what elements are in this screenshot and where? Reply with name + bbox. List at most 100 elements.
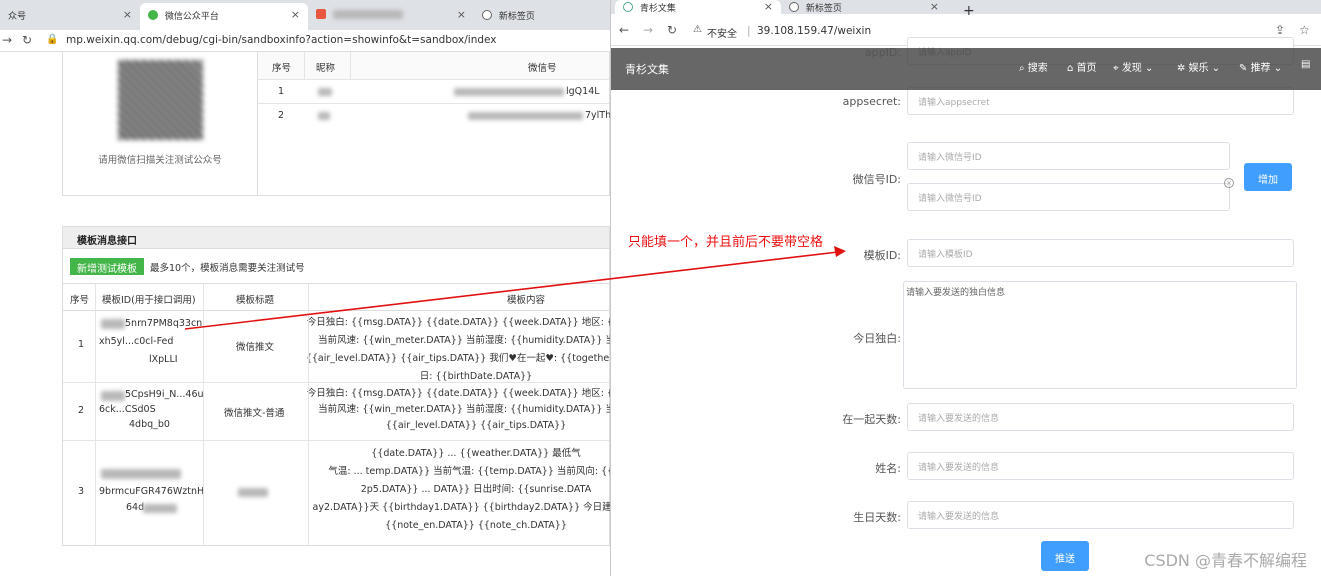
blurred-id-part [101,319,125,329]
site-icon [316,9,326,19]
template-row: 3 9brmcuFGR476WztnH 64d {{date.DATA}} ..… [63,441,610,545]
tab-official-account[interactable]: 众号 × [0,3,140,30]
chevron-down-icon: ⌄ [1211,63,1221,74]
template-limit-note: 最多10个，模板消息需要关注测试号 [150,263,305,274]
forward-icon[interactable]: → [643,23,653,37]
appsecret-input[interactable]: 请输入appsecret [907,87,1294,115]
url-text[interactable]: mp.weixin.qq.com/debug/cgi-bin/sandboxin… [66,34,497,46]
content-line: 2p5.DATA}} ... DATA}} 日出时间: {{sunrise.DA… [360,484,592,495]
share-icon[interactable]: ⇪ [1275,23,1285,37]
menu-label: 娱乐 [1188,63,1209,74]
forward-icon[interactable]: → [2,33,12,47]
content-line: 气温: ... temp.DATA}} 当前气温: {{temp.DATA}} … [328,466,610,477]
divider: | [747,25,751,37]
table-row: 1 lgQ14L [258,80,609,104]
menu-entertainment[interactable]: ✲ 娱乐 ⌄ [1177,59,1220,74]
monologue-label: 今日独白: [853,332,901,345]
birthday-days-label: 生日天数: [853,511,901,524]
url-text[interactable]: 39.108.159.47/weixin [757,25,871,37]
tab-label: 新标签页 [805,4,842,14]
content-line: 今日独白: {{msg.DATA}} {{date.DATA}} {{week.… [306,317,610,328]
back-icon[interactable]: ← [619,23,629,37]
divider [203,283,204,545]
monologue-textarea[interactable]: 请输入要发送的独白信息 [903,281,1297,389]
template-id-line: xh5yl...c0cl-Fed [99,336,174,347]
blurred-id-part [101,391,125,401]
follower-table: 序号 昵称 微信号 1 lgQ14L 2 7ylTh [258,52,610,196]
template-message-panel: 模板消息接口 新增测试模板 最多10个，模板消息需要关注测试号 序号 模板ID(… [62,226,610,546]
left-tab-bar: 众号 × 微信公众平台 × × 新标签页 [0,0,610,30]
blurred-template-title [238,488,268,497]
template-id-input[interactable]: 请输入模板ID [907,239,1294,267]
tab-new-tab[interactable]: 新标签页 [474,3,610,30]
row-index: 1 [278,86,285,97]
tab-blurred[interactable]: × [308,3,474,30]
template-id-line: 64d [126,502,145,513]
template-id-line: 6ck...CSd0S [99,404,156,415]
watermark: CSDN @青春不解编程 [1144,551,1307,570]
blurred-id-part [143,504,177,513]
close-icon[interactable]: × [123,8,132,21]
push-button[interactable]: 推送 [1041,541,1089,571]
content-line: 今日独白: {{msg.DATA}} {{date.DATA}} {{week.… [306,388,610,399]
chevron-down-icon: ⌄ [1145,63,1154,74]
qr-code-box: 请用微信扫描关注测试公众号 [62,52,258,196]
close-icon[interactable]: × [930,0,939,13]
tab-label: 众号 [8,12,27,22]
menu-search[interactable]: ⌕ 搜索 [1019,59,1048,74]
tab-qingshan[interactable]: 青杉文集 × [615,0,781,14]
tab-new-tab[interactable]: 新标签页 × [781,0,947,14]
star-icon[interactable]: ☆ [1299,23,1310,37]
lock-icon: 🔒 [46,34,59,45]
qr-caption: 请用微信扫描关注测试公众号 [98,155,222,166]
close-icon[interactable]: × [291,8,300,21]
document-icon[interactable]: ▤ [1301,59,1310,70]
close-icon[interactable]: × [457,8,466,21]
menu-label: 推荐 [1250,63,1271,74]
content-line: 当前风速: {{win_meter.DATA}} 当前湿度: {{humidit… [318,335,610,346]
new-template-button[interactable]: 新增测试模板 [70,258,144,275]
header-index: 序号 [272,63,292,74]
panel-title: 模板消息接口 [63,227,609,249]
wechat-id-input[interactable]: 请输入微信号ID [907,142,1230,170]
menu-discover[interactable]: ⌖ 发现 ⌄ [1113,59,1153,74]
tab-wechat-platform[interactable]: 微信公众平台 × [140,3,308,30]
template-row: 1 5nrn7PM8q33cn xh5yl...c0cl-Fed lXpLLI … [63,311,610,386]
template-table-header: 序号 模板ID(用于接口调用) 模板标题 模板内容 [63,283,609,311]
brand-logo[interactable]: 青杉文集 [625,61,669,77]
birthday-days-input[interactable]: 请输入要发送的信息 [907,501,1294,529]
wechat-id-input[interactable]: 请输入微信号ID [907,183,1230,211]
right-tab-bar: 青杉文集 × 新标签页 × + [611,0,1321,19]
reload-icon[interactable]: ↻ [22,33,32,47]
menu-recommend[interactable]: ✎ 推荐 ⌄ [1239,59,1282,74]
template-id-line: lXpLLI [149,354,178,365]
close-icon[interactable]: × [764,0,773,13]
blurred-id-part [101,469,181,479]
template-row: 2 5CpsH9i_N...46u 6ck...CSd0S 4dbq_b0 微信… [63,383,610,441]
row-index: 2 [78,405,85,416]
template-id-line: 9brmcuFGR476WztnH [99,486,205,497]
template-content: 今日独白: {{msg.DATA}} {{date.DATA}} {{week.… [303,386,610,434]
header-index: 序号 [70,295,90,306]
add-wechat-id-button[interactable]: 增加 [1244,163,1292,191]
blurred-nickname [318,88,332,96]
table-row: 2 7ylTh [258,104,610,128]
reload-icon[interactable]: ↻ [667,23,677,37]
name-input[interactable]: 请输入要发送的信息 [907,452,1294,480]
together-days-input[interactable]: 请输入要发送的信息 [907,403,1294,431]
security-label: 不安全 [707,29,737,40]
header-nickname: 昵称 [316,63,336,74]
tab-label: 微信公众平台 [164,12,219,22]
template-content: 今日独白: {{msg.DATA}} {{date.DATA}} {{week.… [303,314,610,386]
menu-home[interactable]: ⌂ 首页 [1067,59,1097,74]
gear-icon: ✲ [1177,63,1189,74]
content-line: {{note_en.DATA}} {{note_ch.DATA}} [385,520,567,531]
divider [350,52,351,80]
wechat-id-tail: lgQ14L [566,86,600,97]
tab-label: 新标签页 [498,12,535,22]
remove-circle-icon[interactable]: × [1224,178,1234,188]
row-index: 2 [278,110,285,121]
chevron-down-icon: ⌄ [1273,63,1283,74]
wechat-id-label: 微信号ID: [852,173,901,186]
blurred-tab-title [332,10,403,19]
